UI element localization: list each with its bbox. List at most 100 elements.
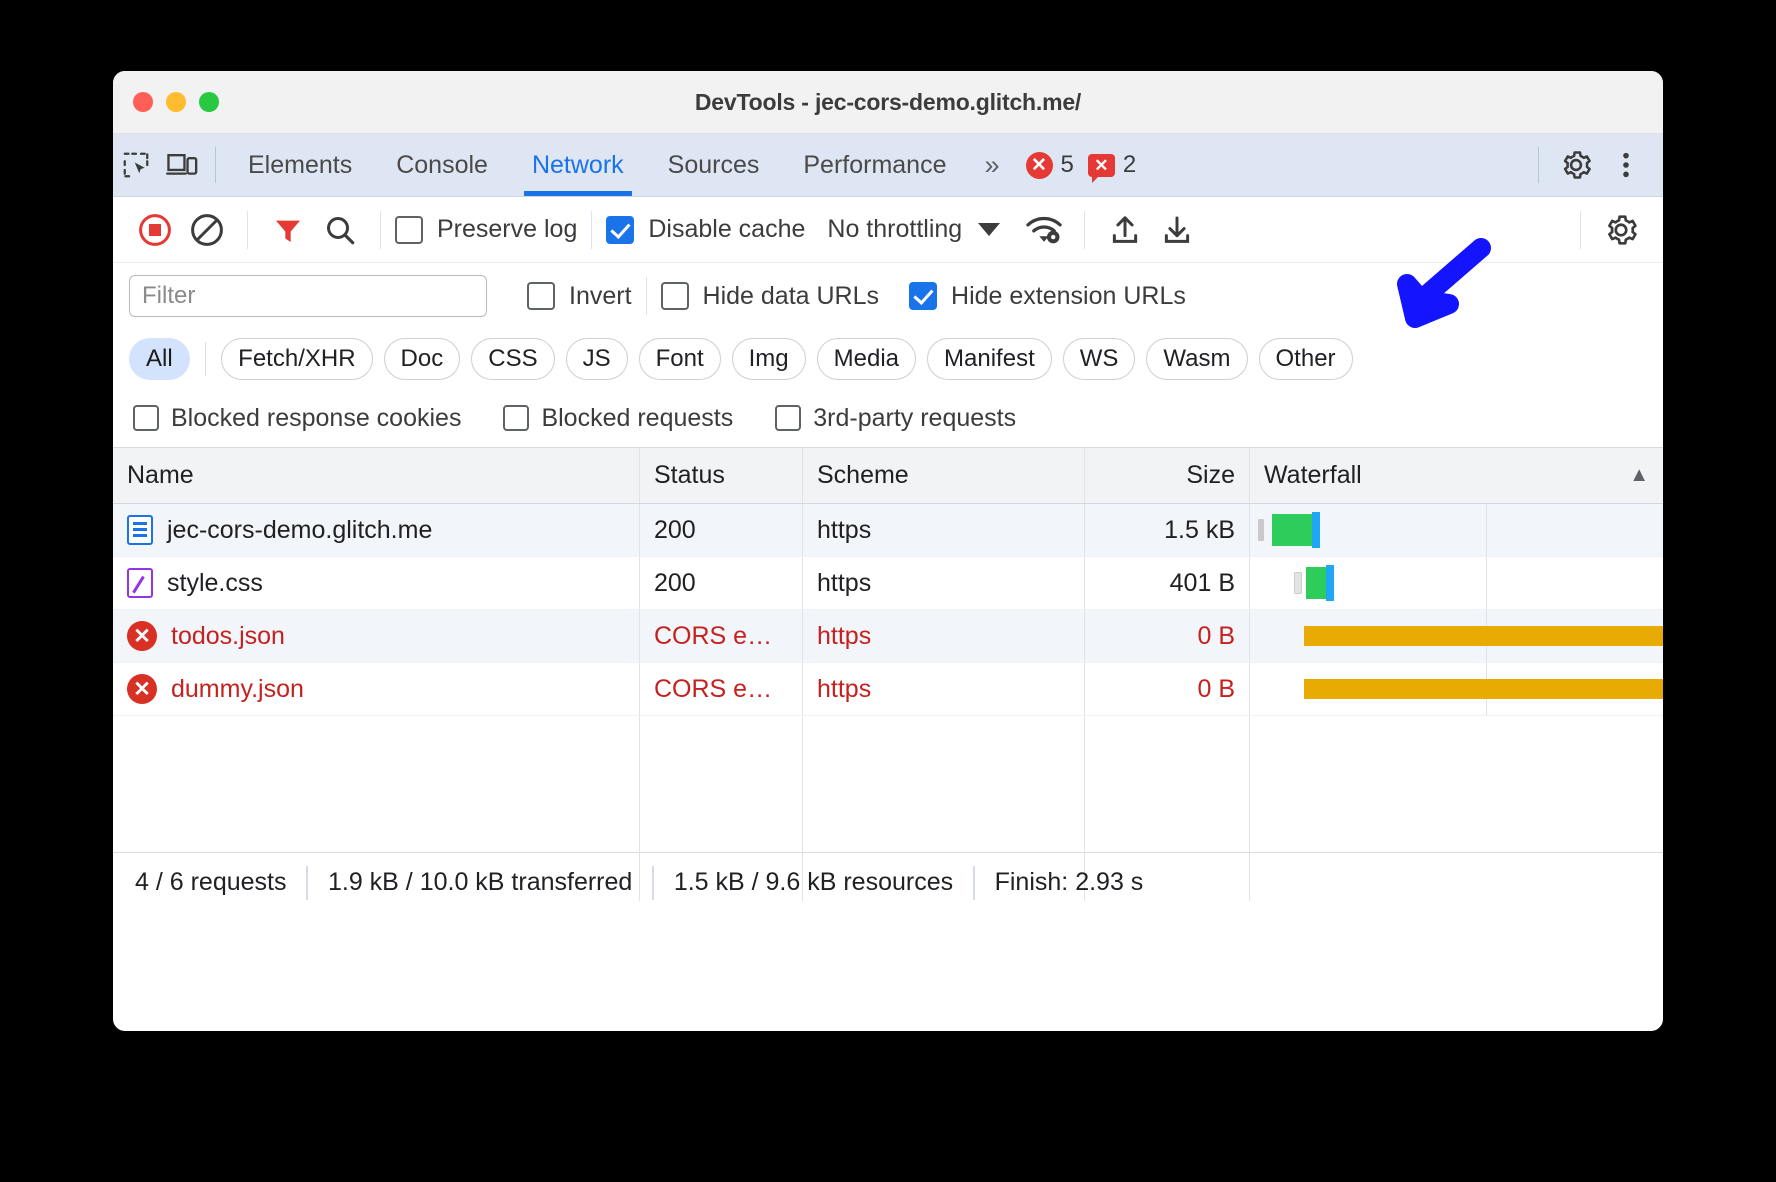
device-toolbar-icon[interactable] — [159, 142, 205, 188]
tab-network[interactable]: Network — [510, 134, 646, 196]
network-toolbar: Preserve log Disable cache No throttling — [113, 197, 1663, 263]
record-stop-icon[interactable] — [129, 204, 181, 256]
tab-sources[interactable]: Sources — [646, 134, 782, 196]
error-count: 5 — [1061, 151, 1074, 179]
column-header-status[interactable]: Status — [640, 448, 803, 503]
download-har-icon[interactable] — [1151, 204, 1203, 256]
error-count-badge[interactable]: ✕ 5 — [1026, 151, 1074, 179]
transferred-size: 1.9 kB / 10.0 kB transferred — [308, 868, 652, 897]
column-header-name[interactable]: Name — [113, 448, 640, 503]
hide-data-urls-checkbox[interactable]: Hide data URLs — [661, 282, 879, 311]
blocked-response-cookies-label: Blocked response cookies — [171, 404, 461, 433]
table-row[interactable]: ✕ todos.json CORS e… https 0 B — [113, 610, 1663, 663]
inspect-element-icon[interactable] — [113, 142, 159, 188]
chip-img[interactable]: Img — [732, 338, 806, 380]
devtools-tab-strip: Elements Console Network Sources Perform… — [113, 134, 1663, 197]
waterfall-pending-segment — [1304, 626, 1663, 646]
network-settings-gear-icon[interactable] — [1595, 204, 1647, 256]
chip-css[interactable]: CSS — [471, 338, 554, 380]
table-row[interactable]: ✕ dummy.json CORS e… https 0 B — [113, 663, 1663, 716]
chip-media[interactable]: Media — [817, 338, 916, 380]
waterfall-queue-segment — [1258, 519, 1264, 541]
hide-extension-urls-label: Hide extension URLs — [951, 282, 1186, 311]
more-tabs-icon[interactable]: » — [968, 150, 1011, 181]
row-name-cell: style.css — [113, 557, 640, 609]
tab-performance[interactable]: Performance — [781, 134, 968, 196]
chip-manifest[interactable]: Manifest — [927, 338, 1052, 380]
issue-bubble-icon: ✕ — [1088, 154, 1115, 177]
tab-elements[interactable]: Elements — [226, 134, 374, 196]
requests-count: 4 / 6 requests — [135, 868, 306, 897]
chip-js[interactable]: JS — [566, 338, 628, 380]
tab-console-label: Console — [396, 151, 488, 180]
row-name-text: style.css — [167, 569, 263, 598]
column-header-waterfall[interactable]: Waterfall ▲ — [1250, 448, 1663, 503]
chevron-down-icon — [978, 223, 1000, 236]
upload-har-icon[interactable] — [1099, 204, 1151, 256]
chip-ws[interactable]: WS — [1063, 338, 1136, 380]
tab-sources-label: Sources — [668, 151, 760, 180]
kebab-menu-icon[interactable] — [1603, 142, 1649, 188]
row-waterfall-cell — [1250, 504, 1663, 556]
waterfall-download-segment — [1272, 514, 1312, 546]
hide-extension-urls-checkbox[interactable]: Hide extension URLs — [909, 282, 1186, 311]
row-waterfall-cell — [1250, 557, 1663, 609]
wifi-gear-icon[interactable] — [1018, 204, 1070, 256]
row-size-cell: 0 B — [1085, 610, 1250, 662]
row-size-cell: 401 B — [1085, 557, 1250, 609]
filter-funnel-icon[interactable] — [262, 204, 314, 256]
preserve-log-checkbox[interactable]: Preserve log — [395, 215, 577, 244]
table-row[interactable]: style.css 200 https 401 B — [113, 557, 1663, 610]
row-size-cell: 1.5 kB — [1085, 504, 1250, 556]
toolbar-divider-3 — [591, 211, 592, 249]
chip-all[interactable]: All — [129, 338, 190, 380]
table-header-row: Name Status Scheme Size Waterfall ▲ — [113, 448, 1663, 504]
blocked-response-cookies-checkbox[interactable]: Blocked response cookies — [133, 404, 461, 433]
waterfall-end-marker — [1326, 565, 1334, 601]
search-magnifier-icon[interactable] — [314, 204, 366, 256]
third-party-requests-checkbox[interactable]: 3rd-party requests — [775, 404, 1016, 433]
close-window-button[interactable] — [133, 92, 153, 112]
minimize-window-button[interactable] — [166, 92, 186, 112]
hide-data-urls-box — [661, 282, 689, 310]
chip-wasm[interactable]: Wasm — [1146, 338, 1247, 380]
column-header-size[interactable]: Size — [1085, 448, 1250, 503]
warning-count-badge[interactable]: ✕ 2 — [1088, 151, 1136, 179]
chip-other[interactable]: Other — [1259, 338, 1353, 380]
window-title: DevTools - jec-cors-demo.glitch.me/ — [113, 89, 1663, 116]
sort-ascending-icon: ▲ — [1629, 464, 1649, 487]
third-party-requests-box — [775, 405, 801, 431]
table-row[interactable]: jec-cors-demo.glitch.me 200 https 1.5 kB — [113, 504, 1663, 557]
column-header-scheme[interactable]: Scheme — [803, 448, 1085, 503]
table-body: jec-cors-demo.glitch.me 200 https 1.5 kB — [113, 504, 1663, 852]
hide-extension-urls-box — [909, 282, 937, 310]
toolbar-divider-4 — [1084, 211, 1085, 249]
filter-input[interactable]: Filter — [129, 275, 487, 317]
chip-font[interactable]: Font — [639, 338, 721, 380]
disable-cache-checkbox[interactable]: Disable cache — [606, 215, 805, 244]
document-icon — [127, 515, 153, 545]
stylesheet-icon — [127, 568, 153, 598]
throttling-dropdown[interactable]: No throttling — [827, 215, 1000, 244]
toolbar-divider-2 — [380, 211, 381, 249]
gear-icon[interactable] — [1553, 142, 1599, 188]
clear-network-log-icon[interactable] — [181, 204, 233, 256]
maximize-window-button[interactable] — [199, 92, 219, 112]
row-name-cell: jec-cors-demo.glitch.me — [113, 504, 640, 556]
disable-cache-label: Disable cache — [648, 215, 805, 244]
blocked-requests-checkbox[interactable]: Blocked requests — [503, 404, 733, 433]
row-name-cell: ✕ todos.json — [113, 610, 640, 662]
tab-console[interactable]: Console — [374, 134, 510, 196]
extra-filters-row: Blocked response cookies Blocked request… — [113, 389, 1663, 447]
row-name-text: dummy.json — [171, 675, 304, 704]
error-icon: ✕ — [127, 621, 157, 651]
chip-fetch-xhr[interactable]: Fetch/XHR — [221, 338, 372, 380]
disable-cache-box — [606, 216, 634, 244]
row-size-cell: 0 B — [1085, 663, 1250, 715]
empty-waterfall-col — [1250, 716, 1663, 901]
preserve-log-box — [395, 216, 423, 244]
chip-doc[interactable]: Doc — [384, 338, 461, 380]
invert-checkbox[interactable]: Invert — [527, 282, 632, 311]
tabstrip-divider — [215, 147, 216, 183]
blocked-requests-label: Blocked requests — [541, 404, 733, 433]
